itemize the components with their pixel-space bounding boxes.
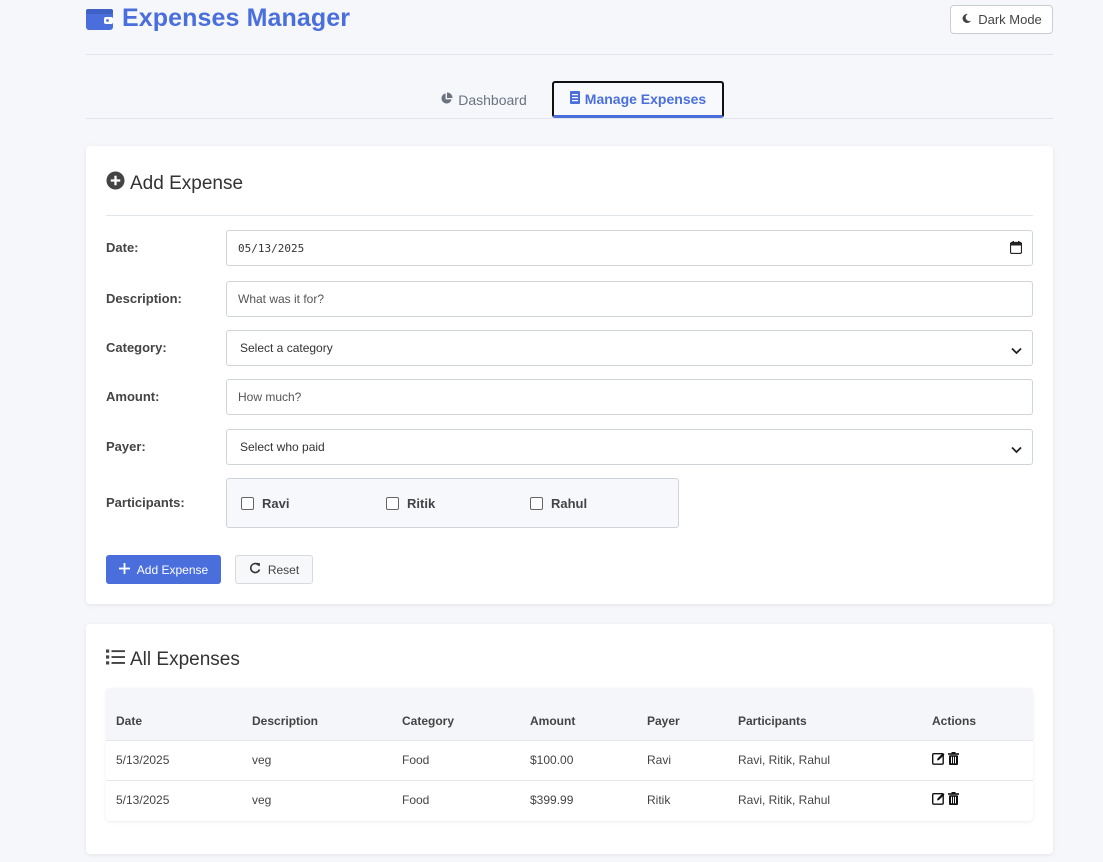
description-input[interactable]: What was it for?: [226, 281, 1033, 317]
participants-row: Participants: Ravi Ritik Rahul: [106, 478, 1033, 528]
tab-dashboard[interactable]: Dashboard: [431, 81, 536, 118]
description-placeholder: What was it for?: [238, 292, 325, 306]
checkbox[interactable]: [241, 497, 254, 510]
dark-mode-label: Dark Mode: [978, 12, 1042, 27]
calendar-icon[interactable]: [1009, 241, 1023, 257]
trash-icon[interactable]: [948, 752, 959, 768]
chevron-down-icon: [1011, 344, 1022, 358]
amount-input[interactable]: How much?: [226, 379, 1033, 415]
column-header-amount[interactable]: Amount: [520, 688, 637, 740]
add-expense-title: Add Expense: [130, 172, 244, 194]
table-header-row: Date Description Category Amount Payer P…: [106, 688, 1033, 740]
header: Expenses Manager Dark Mode: [86, 0, 1053, 55]
participant-label: Ravi: [262, 496, 290, 511]
row-actions: [931, 792, 1033, 808]
cell-actions: [922, 780, 1033, 820]
category-label: Category:: [106, 340, 167, 355]
category-row: Category: Select a category: [106, 330, 1033, 366]
cell-category: Food: [402, 753, 430, 767]
cell-participants: Ravi, Ritik, Rahul: [738, 793, 831, 808]
edit-icon[interactable]: [931, 752, 945, 768]
column-header-description[interactable]: Description: [242, 688, 392, 740]
participant-checkbox-rahul[interactable]: Rahul: [530, 496, 587, 511]
add-expense-card: Add Expense Date: 05/13/2025 Description…: [86, 146, 1053, 604]
edit-icon[interactable]: [931, 792, 945, 808]
cell-category: Food: [402, 793, 430, 808]
reset-button-label: Reset: [267, 562, 300, 577]
column-header-date[interactable]: Date: [106, 688, 242, 740]
divider: [106, 215, 1033, 216]
chevron-down-icon: [1011, 443, 1022, 457]
table-row: 5/13/2025 veg Food $399.99 Ritik Ravi, R…: [106, 780, 1033, 820]
refresh-icon: [249, 562, 261, 577]
tab-bar: Dashboard Manage Expenses: [86, 55, 1053, 119]
cell-participants: Ravi, Ritik, Rahul: [738, 753, 831, 767]
description-row: Description: What was it for?: [106, 281, 1033, 317]
tab-dashboard-label: Dashboard: [458, 91, 527, 108]
cell-description: veg: [252, 753, 272, 767]
cell-date: 5/13/2025: [116, 793, 170, 808]
column-header-actions: Actions: [932, 713, 977, 728]
tab-manage-label: Manage Expenses: [584, 91, 707, 107]
row-actions: [931, 752, 1033, 768]
expenses-table: Date Description Category Amount Payer P…: [106, 688, 1033, 821]
participant-label: Rahul: [551, 496, 588, 511]
amount-row: Amount: How much?: [106, 379, 1033, 415]
column-header-payer[interactable]: Payer: [637, 688, 728, 740]
category-value: Select a category: [240, 341, 333, 355]
cell-actions: [922, 740, 1033, 780]
column-header-category[interactable]: Category: [392, 688, 520, 740]
wallet-icon: [86, 7, 114, 31]
app-title: Expenses Manager: [86, 4, 350, 33]
plus-circle-icon: [106, 171, 125, 196]
date-row: Date: 05/13/2025: [106, 230, 1033, 266]
amount-placeholder: How much?: [238, 390, 302, 404]
date-label: Date:: [106, 240, 139, 255]
checkbox[interactable]: [386, 497, 399, 510]
all-expenses-heading: All Expenses: [106, 649, 240, 671]
receipt-icon: [569, 91, 580, 107]
date-value: 05/13/2025: [238, 241, 305, 255]
table-row: 5/13/2025 veg Food $100.00 Ravi Ravi, Ri…: [106, 740, 1033, 780]
date-field[interactable]: 05/13/2025: [226, 230, 1033, 266]
cell-amount: $100.00: [530, 753, 574, 767]
dark-mode-button[interactable]: Dark Mode: [950, 5, 1053, 34]
checkbox[interactable]: [530, 497, 543, 510]
participant-checkbox-ritik[interactable]: Ritik: [386, 496, 435, 511]
all-expenses-title: All Expenses: [130, 649, 240, 670]
cell-description: veg: [252, 793, 272, 808]
category-select[interactable]: Select a category: [226, 330, 1033, 366]
participant-checkbox-ravi[interactable]: Ravi: [241, 496, 289, 511]
plus-icon: [118, 562, 130, 577]
payer-value: Select who paid: [240, 440, 325, 454]
add-expense-heading: Add Expense: [106, 171, 243, 196]
tab-manage-expenses[interactable]: Manage Expenses: [552, 81, 724, 118]
amount-label: Amount:: [106, 389, 160, 404]
trash-icon[interactable]: [948, 792, 959, 808]
payer-label: Payer:: [106, 439, 146, 454]
all-expenses-card: All Expenses Date Description Category A…: [86, 624, 1053, 854]
payer-select[interactable]: Select who paid: [226, 429, 1033, 465]
pie-chart-icon: [440, 91, 453, 108]
participants-label: Participants:: [106, 495, 185, 510]
cell-payer: Ravi: [647, 753, 672, 767]
cell-date: 5/13/2025: [116, 753, 170, 767]
add-expense-button[interactable]: Add Expense: [106, 555, 221, 584]
participant-label: Ritik: [407, 496, 436, 511]
description-label: Description:: [106, 291, 182, 306]
moon-icon: [961, 12, 972, 27]
page: Expenses Manager Dark Mode Dashboard Man…: [86, 0, 1053, 854]
add-expense-button-label: Add Expense: [136, 562, 209, 577]
list-icon: [106, 649, 125, 671]
page-title: Expenses Manager: [122, 4, 351, 32]
column-header-participants[interactable]: Participants: [728, 688, 922, 740]
cell-amount: $399.99: [530, 793, 574, 808]
reset-button[interactable]: Reset: [235, 555, 313, 584]
payer-row: Payer: Select who paid: [106, 429, 1033, 465]
participants-group: Ravi Ritik Rahul: [226, 478, 679, 528]
cell-payer: Ritik: [647, 793, 671, 808]
